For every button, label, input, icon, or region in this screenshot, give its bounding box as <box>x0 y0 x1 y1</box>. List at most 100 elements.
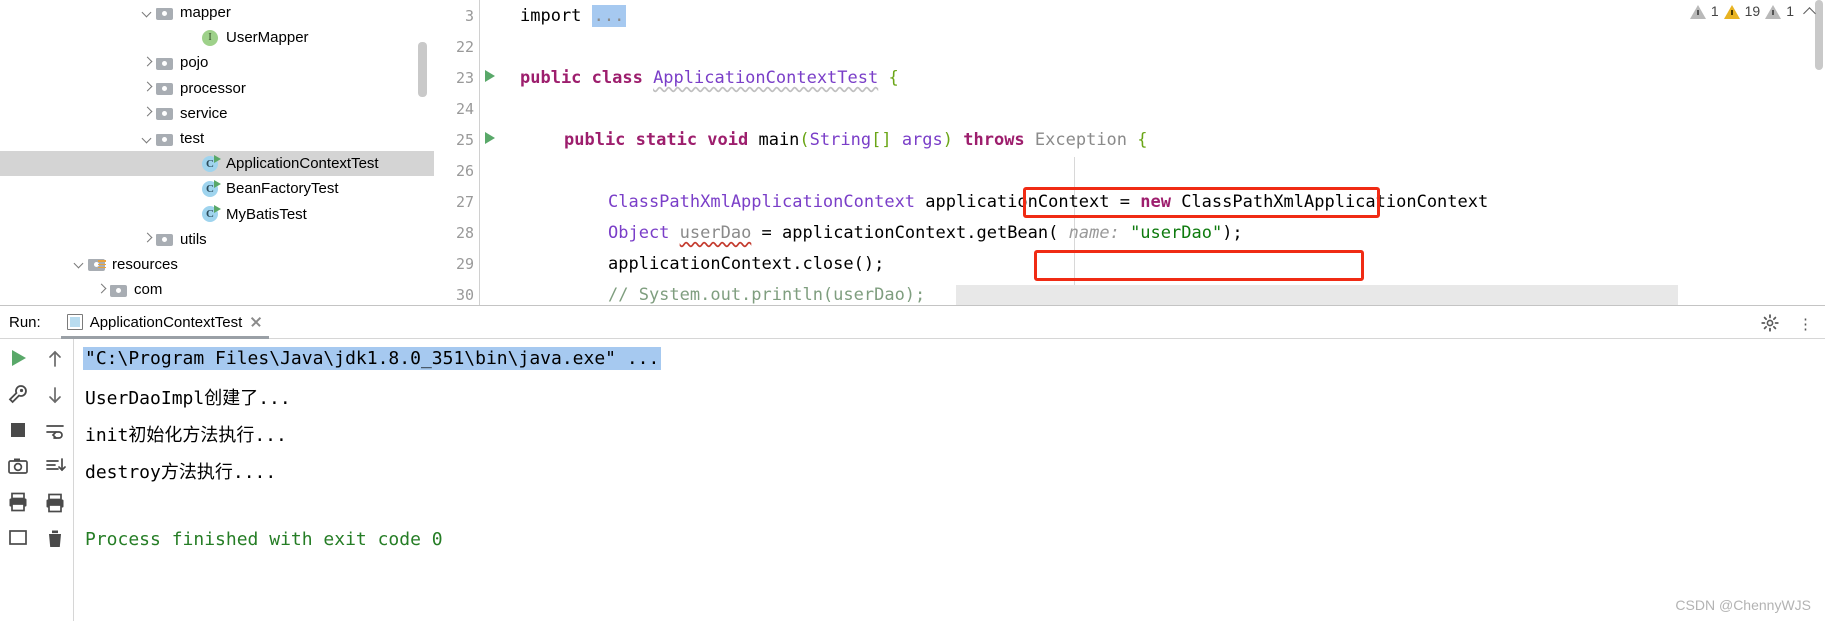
wrench-icon[interactable] <box>7 383 29 405</box>
trash-icon[interactable] <box>44 528 66 550</box>
folder-icon <box>156 232 173 247</box>
chevron-down-icon[interactable] <box>140 5 156 21</box>
wrap-icon[interactable] <box>44 420 66 442</box>
chevron-right-icon[interactable] <box>140 231 156 247</box>
tree-item-label: com <box>134 281 163 299</box>
more-icon[interactable]: ⋮ <box>1798 315 1813 333</box>
run-tool-window: Run: ApplicationContextTest ⋮ "C:\Progra… <box>0 305 1825 621</box>
run-gutter-icon[interactable] <box>480 69 500 87</box>
code-text: import ... <box>520 4 627 27</box>
arrow-down-icon[interactable] <box>44 384 66 406</box>
folder-icon <box>88 257 106 272</box>
close-icon[interactable] <box>249 315 263 329</box>
gear-icon[interactable] <box>1761 314 1779 332</box>
chevron-right-icon[interactable] <box>140 80 156 96</box>
code-line-30[interactable]: 30 // System.out.println(userDao); <box>434 279 1825 305</box>
code-text: applicationContext.close(); <box>608 253 885 274</box>
tree-item-resources[interactable]: resources <box>0 252 434 277</box>
warning-count: 19 <box>1744 3 1761 19</box>
ide-window: mapper I UserMapper pojo processor service tes… <box>0 0 1825 621</box>
tree-item-processor[interactable]: processor <box>0 76 434 101</box>
pin-icon[interactable] <box>7 527 29 549</box>
printer2-icon[interactable] <box>44 492 66 514</box>
chevron-down-icon[interactable] <box>72 256 88 272</box>
arrow-up-icon[interactable] <box>44 348 66 370</box>
tree-item-label: service <box>180 104 228 122</box>
chevron-right-icon[interactable] <box>94 282 110 298</box>
tree-item-label: resources <box>112 255 178 273</box>
warning-icon <box>1723 4 1740 19</box>
code-text: public class ApplicationContextTest { <box>520 67 899 88</box>
weak-warning-count: 1 <box>1786 3 1794 19</box>
tree-item-pojo[interactable]: pojo <box>0 50 434 75</box>
run-header: Run: ApplicationContextTest ⋮ <box>0 306 1825 339</box>
console-tab-icon <box>66 314 83 330</box>
folder-icon <box>156 56 173 70</box>
code-line-3[interactable]: 3 import ... <box>434 0 1825 31</box>
code-line-22[interactable]: 22 <box>434 31 1825 62</box>
tree-item-beanfactorytest[interactable]: C BeanFactoryTest <box>0 176 434 201</box>
error-icon <box>1689 4 1706 19</box>
run-gutter-icon[interactable] <box>480 131 500 149</box>
console-line: init初始化方法执行... <box>85 425 287 446</box>
tree-item-label: processor <box>180 79 246 97</box>
code-line-28[interactable]: 28 Object userDao = applicationContext.ge… <box>434 217 1825 248</box>
folder-icon <box>156 6 173 20</box>
line-number: 24 <box>455 99 474 118</box>
runnable-class-icon: C <box>202 154 221 173</box>
code-line-25[interactable]: 25 public static void main(String[] args)… <box>434 124 1825 155</box>
run-toolbar-primary[interactable] <box>0 339 36 621</box>
tree-item-utils[interactable]: utils <box>0 227 434 252</box>
project-tree-scrollbar[interactable] <box>418 42 427 97</box>
code-line-23[interactable]: 23 public class ApplicationContextTest { <box>434 62 1825 93</box>
tree-item-usermapper[interactable]: I UserMapper <box>0 25 434 50</box>
tree-item-service[interactable]: service <box>0 101 434 126</box>
runnable-class-icon: C <box>202 205 221 223</box>
printer-icon[interactable] <box>7 491 29 513</box>
code-line-24[interactable]: 24 <box>434 93 1825 124</box>
tree-item-test[interactable]: test <box>0 126 434 151</box>
tree-item-label: MyBatisTest <box>226 205 307 223</box>
line-number: 29 <box>455 254 474 273</box>
code-editor[interactable]: 3 import ... 22 23 public class ApplicationC… <box>434 0 1825 305</box>
console-output[interactable]: "C:\Program Files\Java\jdk1.8.0_351\bin\… <box>75 339 1825 621</box>
run-tab[interactable]: ApplicationContextTest <box>60 306 270 339</box>
tree-item-mapper[interactable]: mapper <box>0 0 434 25</box>
stop-button[interactable] <box>7 419 29 441</box>
run-toolbar-secondary[interactable] <box>36 339 74 621</box>
chevron-right-icon[interactable] <box>140 105 156 121</box>
run-label: Run: <box>9 313 41 331</box>
tree-item-mybatistest[interactable]: C MyBatisTest <box>0 202 434 227</box>
tree-item-label: ApplicationContextTest <box>226 155 379 173</box>
project-tree-panel[interactable]: mapper I UserMapper pojo processor service tes… <box>0 0 434 305</box>
line-number: 28 <box>455 223 474 242</box>
scroll-end-icon[interactable] <box>44 456 66 478</box>
console-line: destroy方法执行.... <box>85 462 277 483</box>
chevron-down-icon[interactable] <box>140 131 156 147</box>
weak-warning-icon <box>1765 4 1782 19</box>
tree-item-com[interactable]: com <box>0 277 434 302</box>
code-text: public static void main(String[] args) t… <box>564 129 1148 150</box>
camera-icon[interactable] <box>7 455 29 477</box>
rerun-button[interactable] <box>7 347 29 369</box>
tree-item-label: test <box>180 130 205 148</box>
chevron-right-icon[interactable] <box>140 55 156 71</box>
inspections-widget[interactable]: 1 19 1 <box>1689 3 1817 19</box>
folder-icon <box>156 132 173 146</box>
tree-item-applicationcontexttest[interactable]: C ApplicationContextTest <box>0 151 434 177</box>
code-line-26[interactable]: 26 <box>434 155 1825 186</box>
line-number: 3 <box>464 6 474 25</box>
runnable-class-icon: C <box>202 179 221 198</box>
chevron-up-icon[interactable] <box>1803 4 1817 18</box>
